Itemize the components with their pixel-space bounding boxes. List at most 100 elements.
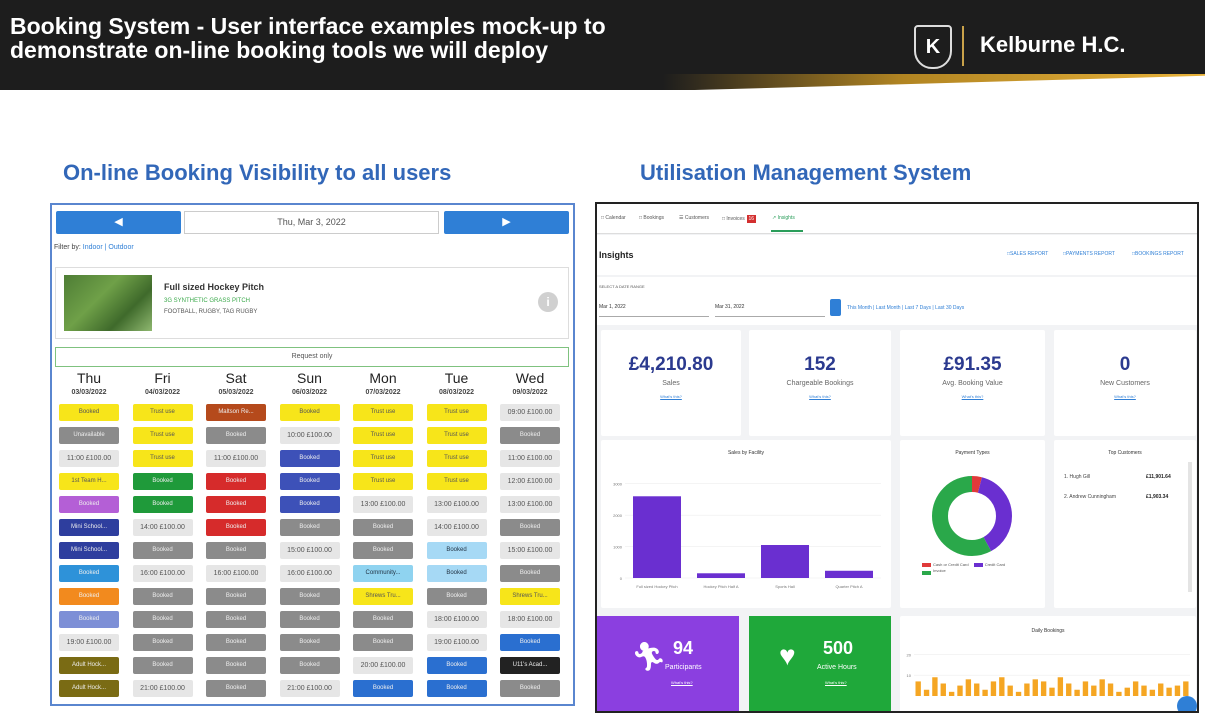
chat-button[interactable] [1177, 696, 1197, 711]
booking-slot[interactable]: Booked [206, 496, 266, 513]
booking-slot[interactable]: Trust use [132, 404, 193, 421]
next-date-button[interactable]: ▶ [444, 211, 569, 234]
booking-slot[interactable]: Booked [132, 634, 193, 651]
booking-slot[interactable]: 21:00 £100.00 [132, 680, 193, 697]
booking-slot[interactable]: Booked [132, 588, 193, 605]
tile-help-link[interactable]: What's this? [671, 680, 693, 685]
tab-calendar[interactable]: □ Calendar [601, 215, 626, 221]
booking-slot[interactable]: Booked [279, 634, 340, 651]
date-to-input[interactable]: Mar 31, 2022 [715, 297, 825, 317]
kpi-help-link[interactable]: What's this? [1054, 394, 1196, 399]
scrollbar[interactable] [1188, 462, 1192, 592]
booking-slot[interactable]: Booked [132, 611, 193, 628]
booking-slot[interactable]: Booked [279, 588, 340, 605]
booking-slot[interactable]: 15:00 £100.00 [279, 542, 340, 559]
booking-slot[interactable]: 1st Team H... [59, 473, 119, 490]
bookings-report-button[interactable]: □BOOKINGS REPORT [1132, 251, 1184, 257]
booking-slot[interactable]: Booked [59, 588, 119, 605]
booking-slot[interactable]: Booked [206, 588, 266, 605]
booking-slot[interactable]: Booked [206, 473, 266, 490]
booking-slot[interactable]: Booked [206, 427, 266, 444]
booking-slot[interactable]: Booked [426, 565, 487, 582]
booking-slot[interactable]: 12:00 £100.00 [500, 473, 560, 490]
booking-slot[interactable]: Booked [500, 565, 560, 582]
booking-slot[interactable]: Booked [59, 565, 119, 582]
booking-slot[interactable]: Booked [59, 404, 119, 421]
booking-slot[interactable]: 18:00 £100.00 [500, 611, 560, 628]
booking-slot[interactable]: 11:00 £100.00 [500, 450, 560, 467]
booking-slot[interactable]: Booked [426, 542, 487, 559]
booking-slot[interactable]: Booked [132, 473, 193, 490]
booking-slot[interactable]: Booked [206, 657, 266, 674]
filter-indoor-link[interactable]: Indoor [83, 244, 103, 251]
booking-slot[interactable]: Booked [206, 611, 266, 628]
booking-slot[interactable]: Trust use [353, 404, 413, 421]
booking-slot[interactable]: 18:00 £100.00 [426, 611, 487, 628]
tile-help-link[interactable]: What's this? [825, 680, 847, 685]
date-from-input[interactable]: Mar 1, 2022 [599, 297, 709, 317]
booking-slot[interactable]: Adult Hock... [59, 680, 119, 697]
booking-slot[interactable]: Trust use [353, 427, 413, 444]
booking-slot[interactable]: 14:00 £100.00 [132, 519, 193, 536]
booking-slot[interactable]: Booked [353, 634, 413, 651]
booking-slot[interactable]: 10:00 £100.00 [279, 427, 340, 444]
booking-slot[interactable]: Booked [206, 680, 266, 697]
kpi-help-link[interactable]: What's this? [749, 394, 891, 399]
booking-slot[interactable]: U11's Acad... [500, 657, 560, 674]
booking-slot[interactable]: Booked [500, 680, 560, 697]
booking-slot[interactable]: 13:00 £100.00 [500, 496, 560, 513]
tab-bookings[interactable]: □ Bookings [639, 215, 664, 221]
booking-slot[interactable]: 16:00 £100.00 [132, 565, 193, 582]
booking-slot[interactable]: Trust use [132, 450, 193, 467]
booking-slot[interactable]: 13:00 £100.00 [353, 496, 413, 513]
booking-slot[interactable]: 20:00 £100.00 [353, 657, 413, 674]
booking-slot[interactable]: 15:00 £100.00 [500, 542, 560, 559]
booking-slot[interactable]: Booked [132, 657, 193, 674]
info-icon[interactable]: i [538, 292, 558, 312]
kpi-help-link[interactable]: What's this? [601, 394, 741, 399]
booking-slot[interactable]: Booked [279, 519, 340, 536]
booking-slot[interactable]: Booked [353, 519, 413, 536]
facility-card[interactable]: Full sized Hockey Pitch 3G SYNTHETIC GRA… [55, 267, 569, 339]
quick-date-ranges[interactable]: This Month | Last Month | Last 7 Days | … [847, 305, 964, 311]
booking-slot[interactable]: 13:00 £100.00 [426, 496, 487, 513]
booking-slot[interactable]: Shrews Tru... [500, 588, 560, 605]
booking-slot[interactable]: Booked [279, 496, 340, 513]
booking-slot[interactable]: Booked [426, 680, 487, 697]
booking-slot[interactable]: Booked [206, 519, 266, 536]
filter-outdoor-link[interactable]: Outdoor [108, 244, 133, 251]
kpi-help-link[interactable]: What's this? [900, 394, 1045, 399]
booking-slot[interactable]: 19:00 £100.00 [426, 634, 487, 651]
booking-slot[interactable]: Trust use [426, 450, 487, 467]
booking-slot[interactable]: Booked [132, 542, 193, 559]
booking-slot[interactable]: Booked [500, 634, 560, 651]
booking-slot[interactable]: 19:00 £100.00 [59, 634, 119, 651]
current-date-display[interactable]: Thu, Mar 3, 2022 [184, 211, 439, 234]
booking-slot[interactable]: Booked [279, 611, 340, 628]
booking-slot[interactable]: Booked [353, 542, 413, 559]
booking-slot[interactable]: Booked [426, 588, 487, 605]
booking-slot[interactable]: 21:00 £100.00 [279, 680, 340, 697]
sales-report-button[interactable]: □SALES REPORT [1007, 251, 1048, 257]
booking-slot[interactable]: Booked [206, 634, 266, 651]
booking-slot[interactable]: Booked [353, 611, 413, 628]
booking-slot[interactable]: Booked [59, 496, 119, 513]
booking-slot[interactable]: Booked [279, 473, 340, 490]
booking-slot[interactable]: Booked [59, 611, 119, 628]
booking-slot[interactable]: Shrews Tru... [353, 588, 413, 605]
booking-slot[interactable]: Booked [426, 657, 487, 674]
payments-report-button[interactable]: □PAYMENTS REPORT [1063, 251, 1115, 257]
booking-slot[interactable]: 11:00 £100.00 [59, 450, 119, 467]
booking-slot[interactable]: Booked [206, 542, 266, 559]
booking-slot[interactable]: Maltson Re... [206, 404, 266, 421]
booking-slot[interactable]: Trust use [426, 427, 487, 444]
booking-slot[interactable]: Trust use [353, 473, 413, 490]
booking-slot[interactable]: Mini School... [59, 519, 119, 536]
booking-slot[interactable]: Trust use [426, 473, 487, 490]
booking-slot[interactable]: Trust use [426, 404, 487, 421]
booking-slot[interactable]: Booked [279, 404, 340, 421]
booking-slot[interactable]: 11:00 £100.00 [206, 450, 266, 467]
booking-slot[interactable]: Booked [353, 680, 413, 697]
booking-slot[interactable]: Booked [500, 519, 560, 536]
booking-slot[interactable]: Booked [500, 427, 560, 444]
